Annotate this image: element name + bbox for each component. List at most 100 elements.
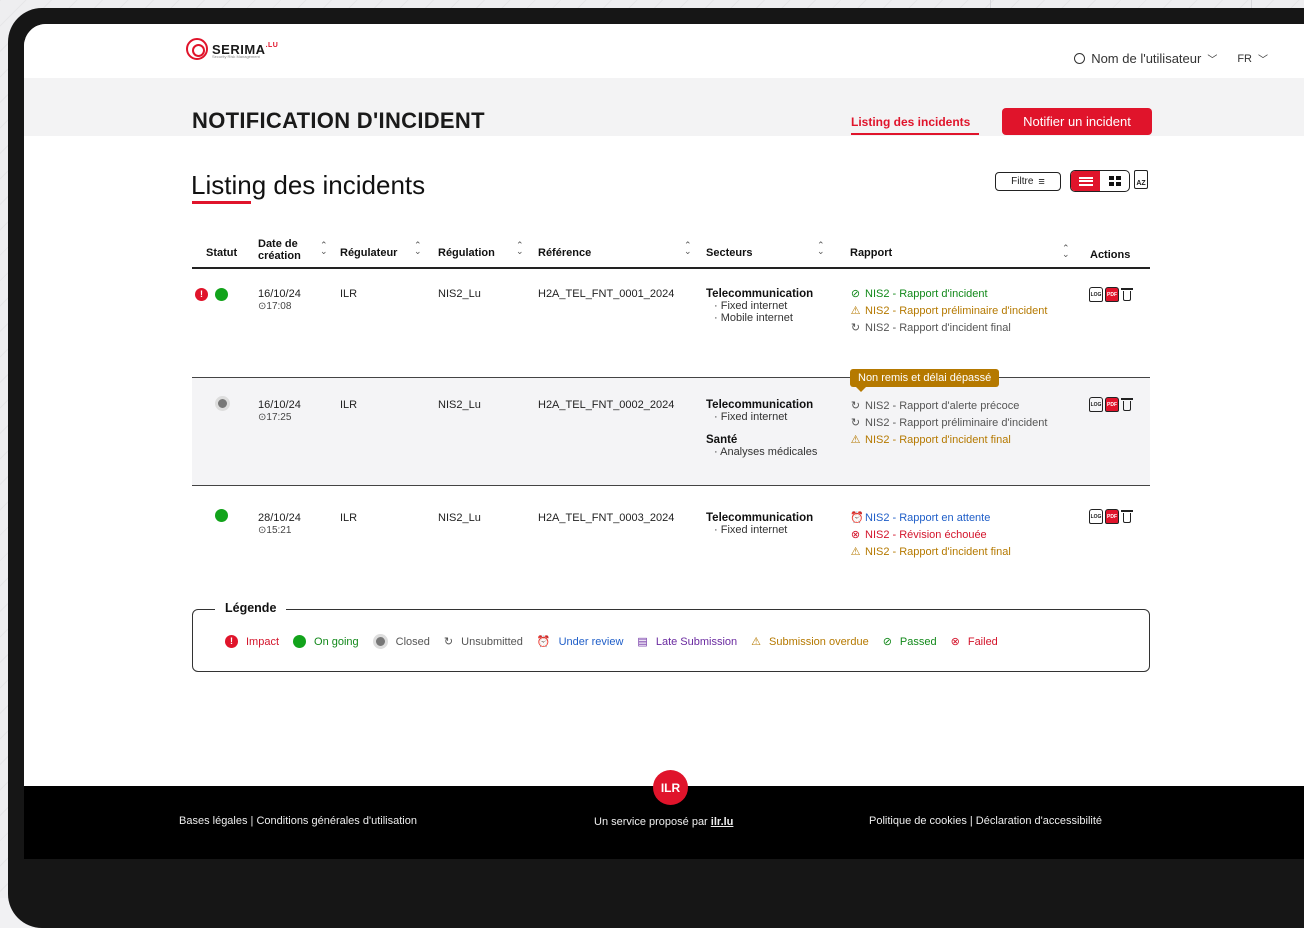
sort-icon[interactable]: ⌃ ⌄: [684, 241, 692, 256]
regulateur-cell: ILR: [340, 399, 358, 411]
sort-az-icon[interactable]: AZ: [1134, 170, 1148, 189]
report-link-overdue[interactable]: ⚠ NIS2 - Rapport préliminaire d'incident: [850, 304, 1048, 318]
legend-unsubmitted: ↻ Unsubmitted: [443, 635, 523, 649]
header-secteurs[interactable]: Secteurs: [706, 247, 752, 259]
app-screen: SERIMA.LU Security Risk Management Nom d…: [24, 24, 1304, 859]
report-link-passed[interactable]: ⊘ NIS2 - Rapport d'incident: [850, 287, 988, 301]
report-link-review[interactable]: ⏰ NIS2 - Rapport en attente: [850, 511, 990, 525]
refresh-icon: ↻: [850, 400, 861, 412]
filter-label: Filtre: [1011, 176, 1034, 187]
sort-icon[interactable]: ⌃ ⌄: [817, 241, 825, 256]
page-title: NOTIFICATION D'INCIDENT: [192, 108, 485, 133]
chevron-down-icon: ﹀: [1258, 55, 1268, 66]
nav-listing-link[interactable]: Listing des incidents: [851, 115, 970, 129]
footer: ILR Bases légales | Conditions générales…: [24, 770, 1304, 859]
check-circle-icon: ⊘: [882, 636, 892, 648]
sector-cell: Telecommunication · Fixed internet Santé…: [706, 399, 817, 458]
language-selector[interactable]: FR: [1237, 53, 1252, 65]
log-download-icon[interactable]: LOG: [1089, 397, 1103, 412]
header-rapport[interactable]: Rapport: [850, 247, 892, 259]
overdue-tooltip: Non remis et délai dépassé: [850, 369, 1000, 392]
sector-cell: Telecommunication · Fixed internet: [706, 512, 813, 536]
sector-cell: Telecommunication · Fixed internet · Mob…: [706, 288, 813, 324]
report-link-failed[interactable]: ⊗ NIS2 - Révision échouée: [850, 528, 987, 542]
warning-icon: ⚠: [850, 546, 861, 558]
row-actions: LOG PDF: [1089, 397, 1133, 412]
log-download-icon[interactable]: LOG: [1089, 287, 1103, 302]
creation-date: 28/10/24: [258, 512, 301, 524]
sort-icon[interactable]: ⌃ ⌄: [1062, 244, 1070, 259]
logo-icon: [186, 38, 208, 60]
pdf-download-icon[interactable]: PDF: [1105, 287, 1119, 302]
regulation-cell: NIS2_Lu: [438, 512, 481, 524]
trash-icon[interactable]: [1121, 397, 1133, 412]
row-divider: [192, 485, 1150, 486]
header-statut: Statut: [206, 247, 238, 259]
notify-incident-button[interactable]: Notifier un incident: [1002, 108, 1152, 135]
creation-time: ⊙17:08: [258, 301, 292, 312]
report-link-unsubmitted[interactable]: ↻ NIS2 - Rapport d'alerte précoce: [850, 399, 1019, 413]
logo-subtitle: Security Risk Management: [212, 54, 260, 59]
footer-policy-links[interactable]: Politique de cookies | Déclaration d'acc…: [869, 815, 1102, 827]
check-circle-icon: ⊘: [850, 288, 861, 300]
x-circle-icon: ⊗: [950, 636, 960, 648]
legend-passed: ⊘ Passed: [882, 635, 937, 649]
report-link-unsubmitted[interactable]: ↻ NIS2 - Rapport d'incident final: [850, 321, 1011, 335]
title-bar: NOTIFICATION D'INCIDENT Listing des inci…: [24, 78, 1304, 136]
x-circle-icon: ⊗: [850, 529, 861, 541]
sector-item: · Fixed internet: [714, 300, 788, 312]
pdf-download-icon[interactable]: PDF: [1105, 397, 1119, 412]
header-regulateur[interactable]: Régulateur: [340, 247, 397, 259]
sort-icon[interactable]: ⌃ ⌄: [320, 241, 328, 256]
header-date[interactable]: Date de création: [258, 238, 301, 262]
grid-icon: [1108, 176, 1121, 186]
trash-icon[interactable]: [1121, 287, 1133, 302]
user-menu[interactable]: Nom de l'utilisateur ﹀ FR ﹀: [1074, 51, 1268, 66]
report-link-overdue[interactable]: ⚠ NIS2 - Rapport d'incident final: [850, 433, 1011, 447]
legend-submission-overdue: ⚠ Submission overdue: [751, 635, 869, 649]
log-download-icon[interactable]: LOG: [1089, 509, 1103, 524]
reference-cell[interactable]: H2A_TEL_FNT_0003_2024: [538, 512, 674, 524]
list-icon: [1078, 176, 1093, 186]
sort-icon[interactable]: ⌃ ⌄: [414, 241, 422, 256]
regulation-cell: NIS2_Lu: [438, 399, 481, 411]
warning-icon: ⚠: [850, 434, 861, 446]
row-actions: LOG PDF: [1089, 287, 1133, 302]
reference-cell[interactable]: H2A_TEL_FNT_0002_2024: [538, 399, 674, 411]
footer-legal-links[interactable]: Bases légales | Conditions générales d'u…: [179, 815, 417, 827]
filter-button[interactable]: Filtre ≡: [995, 172, 1061, 191]
pdf-download-icon[interactable]: PDF: [1105, 509, 1119, 524]
report-link-overdue[interactable]: ⚠ NIS2 - Rapport d'incident final: [850, 545, 1011, 559]
reference-cell[interactable]: H2A_TEL_FNT_0001_2024: [538, 288, 674, 300]
legend-ongoing: On going: [293, 635, 359, 648]
trash-icon[interactable]: [1121, 509, 1133, 524]
ilr-logo[interactable]: ILR: [653, 770, 688, 805]
sector-item: · Mobile internet: [714, 312, 793, 324]
header-regulation[interactable]: Régulation: [438, 247, 495, 259]
refresh-icon: ↻: [850, 417, 861, 429]
alarm-clock-icon: ⏰: [850, 512, 864, 524]
sort-icon[interactable]: ⌃ ⌄: [516, 241, 524, 256]
regulateur-cell: ILR: [340, 512, 358, 524]
header-reference[interactable]: Référence: [538, 247, 591, 259]
ilr-link[interactable]: ilr.lu: [711, 816, 734, 828]
grid-view-button[interactable]: [1100, 171, 1129, 191]
legend-closed: Closed: [372, 634, 430, 649]
listing-title: Listing des incidents: [191, 170, 426, 200]
list-view-button[interactable]: [1071, 171, 1100, 191]
closed-dot-icon: [372, 634, 388, 649]
sector-item: · Analyses médicales: [714, 446, 818, 458]
status-closed-dot: [215, 396, 230, 411]
table-row-highlight: [192, 378, 1150, 485]
legend-under-review: ⏰ Under review: [536, 635, 624, 649]
regulateur-cell: ILR: [340, 288, 358, 300]
listing-title-underline: [192, 201, 251, 204]
nav-active-indicator: [851, 133, 979, 135]
header-actions: Actions: [1090, 249, 1131, 261]
report-link-unsubmitted[interactable]: ↻ NIS2 - Rapport préliminaire d'incident: [850, 416, 1048, 430]
creation-date: 16/10/24: [258, 399, 301, 411]
sector-title: Santé: [706, 434, 738, 446]
table-header-divider: [192, 267, 1150, 269]
status-ongoing-dot: [215, 509, 228, 522]
sector-title: Telecommunication: [706, 399, 814, 411]
